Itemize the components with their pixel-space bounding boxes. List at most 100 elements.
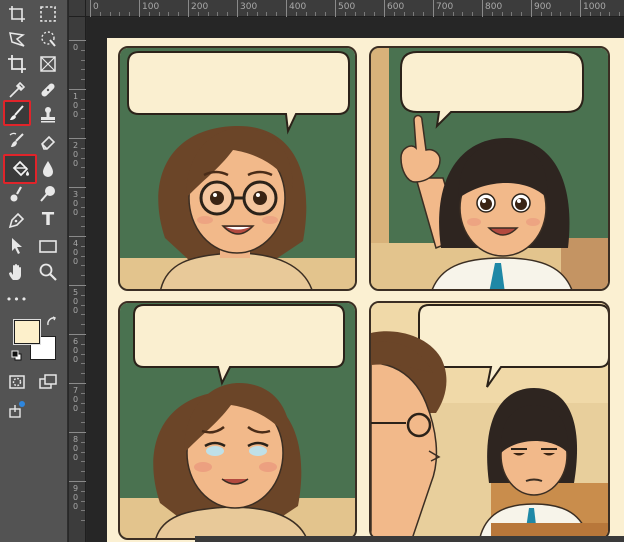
ruler-minor-tick: [148, 12, 150, 16]
path-select-tool[interactable]: [3, 233, 31, 259]
student-raising-hand-illustration: [371, 48, 608, 289]
ruler-label: 700: [73, 386, 79, 413]
screen-mode-button[interactable]: [34, 369, 62, 395]
ruler-minor-tick: [364, 12, 366, 16]
quick-mask-button[interactable]: [3, 369, 31, 395]
ruler-label: 200: [73, 141, 79, 168]
ruler-tick: [90, 0, 91, 17]
artboard-icon: [9, 6, 25, 22]
ruler-minor-tick: [81, 196, 85, 198]
ruler-minor-tick: [472, 12, 474, 16]
ruler-minor-tick: [589, 12, 591, 16]
ruler-origin[interactable]: [69, 0, 86, 17]
crop-tool[interactable]: [3, 51, 31, 77]
rectangle-tool[interactable]: [34, 233, 62, 259]
ruler-minor-tick: [81, 441, 85, 443]
pen-tool[interactable]: [3, 207, 31, 233]
ruler-minor-tick: [81, 451, 85, 453]
ruler-tick: [69, 481, 86, 482]
canvas-area[interactable]: [87, 18, 624, 542]
ruler-tick: [433, 0, 434, 17]
ruler-label: 500: [73, 288, 79, 315]
foreground-color-swatch[interactable]: [13, 319, 41, 345]
ruler-tick: [384, 0, 385, 17]
ruler-label: 400: [289, 2, 307, 12]
quick-mask-icon: [9, 375, 25, 389]
zoom-tool[interactable]: [34, 259, 62, 285]
paint-bucket-tool[interactable]: [3, 154, 37, 184]
ruler-tick: [69, 383, 86, 384]
type-tool[interactable]: T: [34, 207, 62, 233]
ruler-minor-tick: [168, 12, 170, 16]
quick-select-tool[interactable]: [34, 26, 62, 52]
ruler-minor-tick: [256, 12, 258, 16]
ruler-minor-tick: [81, 108, 85, 110]
ruler-minor-tick: [81, 343, 85, 345]
artboard-tool[interactable]: [3, 1, 31, 27]
ruler-tick: [69, 89, 86, 90]
frame-tool[interactable]: [34, 51, 62, 77]
marquee-tool[interactable]: [34, 1, 62, 27]
type-icon: T: [41, 209, 55, 230]
history-brush-tool[interactable]: [3, 128, 31, 154]
ruler-minor-tick: [403, 12, 405, 16]
ruler-minor-tick: [550, 12, 552, 16]
swap-colors-icon[interactable]: [46, 316, 58, 328]
lasso-tool[interactable]: [3, 26, 31, 52]
smudge-tool[interactable]: [3, 181, 31, 207]
ruler-label: 900: [73, 484, 79, 511]
teacher-tearful-illustration: [120, 303, 355, 538]
ruler-minor-tick: [217, 12, 219, 16]
path-selection-icon: [12, 238, 22, 254]
share-button[interactable]: [3, 397, 31, 423]
ruler-tick: [286, 0, 287, 17]
ruler-label: 600: [73, 337, 79, 364]
ruler-label: 200: [191, 2, 209, 12]
more-tools-button[interactable]: •••: [3, 286, 31, 312]
hand-tool[interactable]: [3, 259, 31, 285]
vertical-ruler[interactable]: 0 100 200 300 400 500 600 700 800 900: [69, 17, 86, 542]
history-brush-icon: [9, 132, 24, 147]
ruler-minor-tick: [119, 12, 121, 16]
ruler-minor-tick: [81, 177, 85, 179]
document-canvas[interactable]: [107, 38, 624, 542]
brush-tool[interactable]: [3, 100, 31, 126]
stamp-tool[interactable]: [34, 102, 62, 128]
student-unimpressed-illustration: [371, 303, 608, 538]
ruler-minor-tick: [619, 12, 621, 16]
ruler-minor-tick: [246, 12, 248, 16]
ruler-minor-tick: [81, 461, 85, 463]
object-selection-icon: [41, 31, 56, 47]
ruler-minor-tick: [81, 412, 85, 414]
healing-tool[interactable]: [34, 77, 62, 103]
eraser-tool[interactable]: [34, 128, 62, 154]
ruler-label: 800: [485, 2, 503, 12]
ruler-minor-tick: [442, 12, 444, 16]
ruler-minor-tick: [521, 12, 523, 16]
spot-healing-icon: [41, 83, 55, 97]
ruler-minor-tick: [81, 422, 85, 424]
ruler-minor-tick: [81, 118, 85, 120]
ruler-minor-tick: [344, 12, 346, 16]
ruler-minor-tick: [491, 12, 493, 16]
comic-panel-1: [118, 46, 357, 291]
ruler-minor-tick: [81, 167, 85, 169]
horizontal-ruler[interactable]: 0 100 200 300 400 500 600 700 800 900 1000: [69, 0, 624, 17]
scrollbar-horizontal[interactable]: [195, 536, 624, 542]
ruler-tick: [335, 0, 336, 17]
ruler-tick: [139, 0, 140, 17]
blur-tool[interactable]: [34, 156, 62, 182]
ruler-minor-tick: [81, 392, 85, 394]
ruler-minor-tick: [81, 216, 85, 218]
tools-panel: T •••: [0, 0, 68, 542]
ruler-tick: [69, 40, 86, 41]
ruler-minor-tick: [81, 304, 85, 306]
default-colors-icon[interactable]: [11, 350, 23, 362]
ruler-minor-tick: [81, 275, 85, 277]
zoom-icon: [39, 263, 57, 281]
ruler-minor-tick: [227, 12, 229, 16]
comic-panel-4: [369, 301, 610, 540]
ruler-minor-tick: [158, 12, 160, 16]
dodge-tool[interactable]: [34, 181, 62, 207]
ruler-tick: [482, 0, 483, 17]
